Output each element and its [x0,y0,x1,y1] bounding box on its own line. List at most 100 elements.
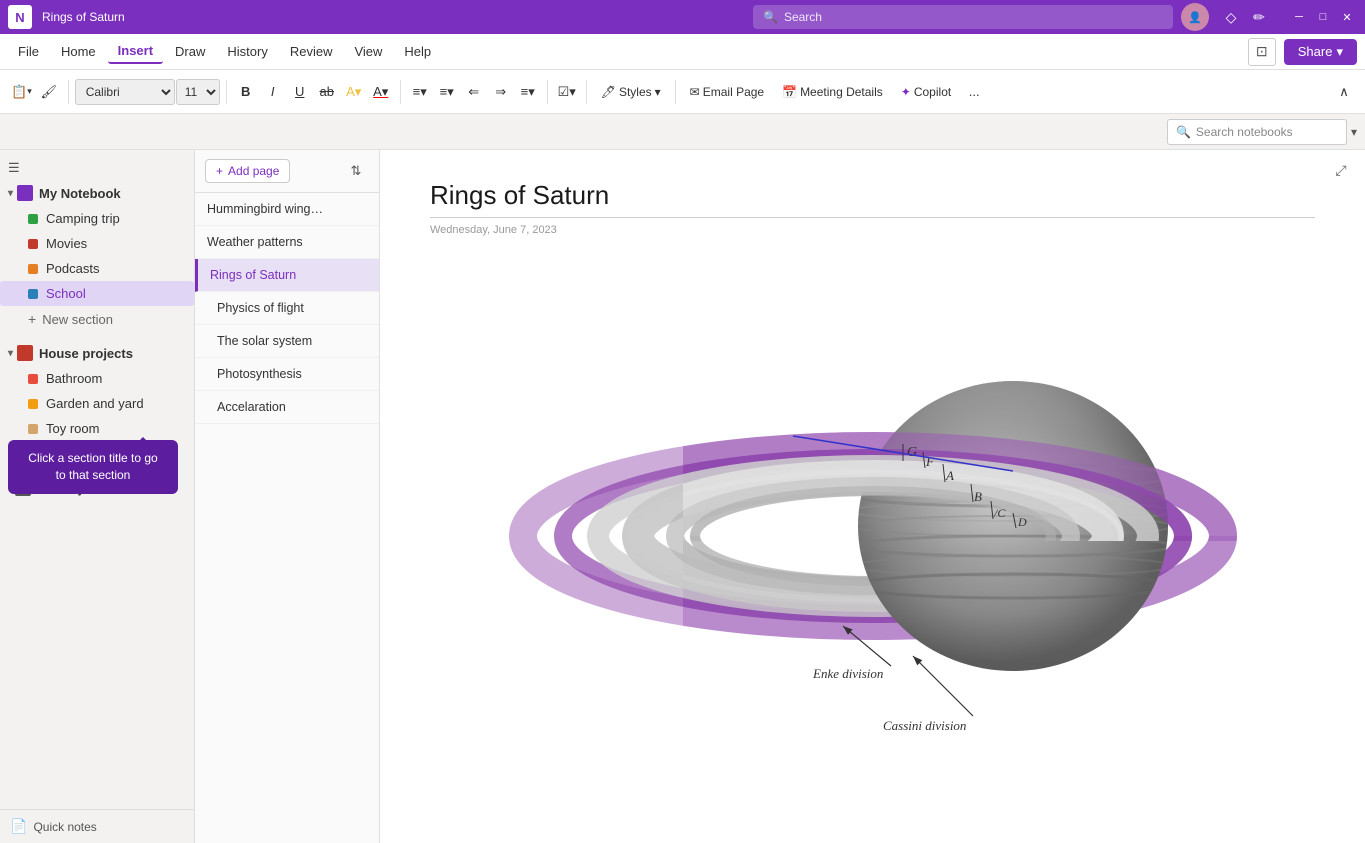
underline-button[interactable]: U [287,78,313,106]
new-section-label: New section [42,312,113,327]
b-label: B [974,489,982,504]
maximize-button[interactable]: □ [1313,7,1333,27]
notebook-search-bar: 🔍 Search notebooks ▾ [0,114,1365,150]
page-item-weather[interactable]: Weather patterns [195,226,379,259]
plus-icon: + [28,311,36,327]
checkbox-group: ☑▾ [554,78,580,106]
tooltip-text: Click a section title to go to that sect… [28,451,157,482]
menu-view[interactable]: View [344,40,392,63]
styles-button[interactable]: 🖊 Styles ▾ [593,78,669,106]
list-group: ≡▾ ≡▾ ⇐ ⇒ ≡▾ [407,78,541,106]
section-label: School [46,286,86,301]
sidebar-item-camping-trip[interactable]: Camping trip [0,206,194,231]
page-label: Weather patterns [207,235,303,249]
notebook-search-chevron[interactable]: ▾ [1351,125,1357,139]
sidebar-item-garden[interactable]: Garden and yard [0,391,194,416]
copilot-button[interactable]: ✦ Copilot [893,78,959,106]
window-controls: ─ □ ✕ [1289,7,1357,27]
notebook-icon [17,185,33,201]
section-label: Podcasts [46,261,99,276]
indent-button[interactable]: ⇒ [488,78,514,106]
expand-button[interactable]: ⤢ [1329,158,1353,182]
sort-pages-button[interactable]: ⇅ [343,158,369,184]
sidebar-item-school[interactable]: School [0,281,194,306]
clipboard-group: 📋▾ 🖌 [8,78,62,106]
share-label: Share [1298,44,1333,59]
titlebar: N Rings of Saturn 🔍 Search 👤 ◇ ✏ ─ □ ✕ [0,0,1365,34]
new-section-my-notebook[interactable]: + New section [0,306,194,332]
styles-label: Styles [619,85,652,99]
font-family-select[interactable]: Calibri [75,79,175,105]
email-icon: ✉ [690,85,700,99]
minimize-button[interactable]: ─ [1289,7,1309,27]
highlight-button[interactable]: A▾ [341,78,367,106]
align-button[interactable]: ≡▾ [515,78,541,106]
add-page-button[interactable]: + Add page [205,159,290,183]
menu-draw[interactable]: Draw [165,40,215,63]
g-label: G [907,445,917,460]
avatar[interactable]: 👤 [1181,3,1209,31]
menu-file[interactable]: File [8,40,49,63]
sidebar-item-podcasts[interactable]: Podcasts [0,256,194,281]
section-label: Toy room [46,421,99,436]
copilot-icon: ✦ [901,85,911,99]
diamond-icon-btn[interactable]: ◇ [1217,3,1245,31]
notebook-house-projects[interactable]: ▾ House projects [0,340,194,366]
email-page-button[interactable]: ✉ Email Page [682,78,772,106]
section-dot [28,289,38,299]
quick-notes-button[interactable]: 📄 Quick notes [0,809,194,843]
font-color-button[interactable]: A▾ [368,78,394,106]
page-title: Rings of Saturn [430,180,1315,218]
menu-help[interactable]: Help [394,40,441,63]
pen-icon-btn[interactable]: ✏ [1245,3,1273,31]
menu-insert[interactable]: Insert [108,39,163,64]
menubar: File Home Insert Draw History Review Vie… [0,34,1365,70]
page-item-hummingbird[interactable]: Hummingbird wing… [195,193,379,226]
format-painter-button[interactable]: 🖌 [36,78,62,106]
sidebar-item-movies[interactable]: Movies [0,231,194,256]
font-size-select[interactable]: 11 [176,79,220,105]
formatting-group: B I U ab A▾ A▾ [233,78,394,106]
numbered-button[interactable]: ≡▾ [434,78,460,106]
page-item-accelaration[interactable]: Accelaration [195,391,379,424]
enke-label: Enke division [812,666,883,681]
sidebar-toggle[interactable]: ☰ [0,156,194,180]
menu-home[interactable]: Home [51,40,106,63]
paste-button[interactable]: 📋▾ [8,78,35,106]
section-label: Bathroom [46,371,102,386]
page-item-rings-of-saturn[interactable]: Rings of Saturn [195,259,379,292]
pages-panel: + Add page ⇅ Hummingbird wing… Weather p… [195,150,380,843]
page-item-solar-system[interactable]: The solar system [195,325,379,358]
saturn-diagram: G F A B /C D Enke d [430,256,1315,776]
pages-toolbar: + Add page ⇅ [195,150,379,193]
page-label: Rings of Saturn [210,268,296,282]
meeting-details-button[interactable]: 📅 Meeting Details [774,78,891,106]
sidebar-item-bathroom[interactable]: Bathroom [0,366,194,391]
notebook-search-input[interactable]: 🔍 Search notebooks [1167,119,1347,145]
global-search-bar[interactable]: 🔍 Search [753,5,1173,29]
page-item-physics-of-flight[interactable]: Physics of flight [195,292,379,325]
sidebar-item-toy-room[interactable]: Toy room [0,416,194,441]
menu-review[interactable]: Review [280,40,343,63]
section-dot [28,264,38,274]
close-button[interactable]: ✕ [1337,7,1357,27]
checkbox-button[interactable]: ☑▾ [554,78,580,106]
toolbar: 📋▾ 🖌 Calibri 11 B I U ab A▾ A▾ ≡▾ ≡▾ ⇐ ⇒… [0,70,1365,114]
tooltip-box: Click a section title to go to that sect… [8,440,178,494]
outdent-button[interactable]: ⇐ [461,78,487,106]
notebook-my-notebook[interactable]: ▾ My Notebook [0,180,194,206]
bullets-button[interactable]: ≡▾ [407,78,433,106]
strikethrough-button[interactable]: ab [314,78,340,106]
italic-button[interactable]: I [260,78,286,106]
content-area: ⤢ Rings of Saturn Wednesday, June 7, 202… [380,150,1365,843]
share-button[interactable]: Share ▾ [1284,39,1357,65]
menu-history[interactable]: History [217,40,277,63]
toolbar-collapse-button[interactable]: ∧ [1331,78,1357,106]
page-date: Wednesday, June 7, 2023 [430,224,1315,236]
more-button[interactable]: ... [961,78,987,106]
page-item-photosynthesis[interactable]: Photosynthesis [195,358,379,391]
c-label: /C [993,506,1006,520]
bold-button[interactable]: B [233,78,259,106]
immersive-reader-button[interactable]: ⊡ [1248,38,1276,66]
section-label: Garden and yard [46,396,144,411]
